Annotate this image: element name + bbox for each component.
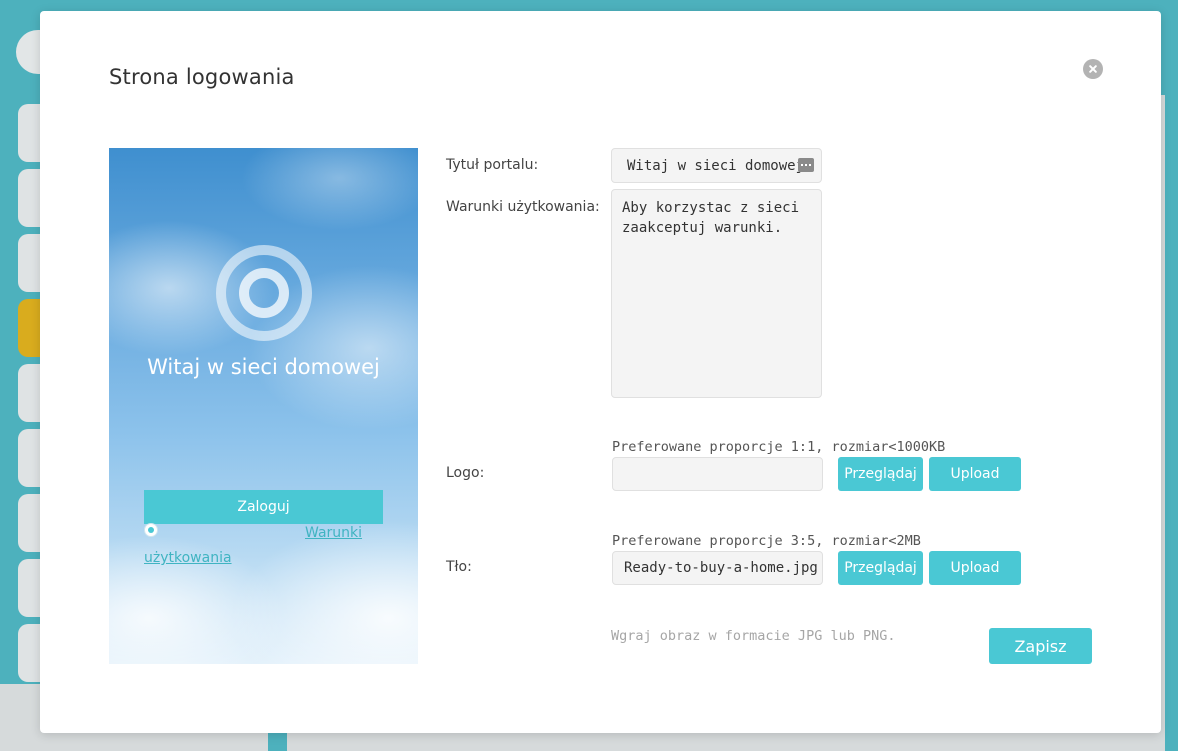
preview-terms-link: Warunki bbox=[305, 525, 363, 541]
save-button[interactable]: Zapisz bbox=[989, 628, 1092, 664]
login-page-dialog: Strona logowania Witaj w sieci domowej Z… bbox=[40, 11, 1161, 733]
background-browse-button[interactable]: Przeglądaj bbox=[838, 551, 923, 585]
preview-terms-link: użytkowania bbox=[144, 550, 232, 566]
background-label: Tło: bbox=[446, 559, 472, 575]
portal-title-label: Tytuł portalu: bbox=[446, 157, 539, 173]
logo-upload-button[interactable]: Upload bbox=[929, 457, 1021, 491]
background-upload-button[interactable]: Upload bbox=[929, 551, 1021, 585]
background-file-input[interactable]: Ready-to-buy-a-home.jpg bbox=[612, 551, 823, 585]
preview-portal-title: Witaj w sieci domowej bbox=[147, 355, 380, 379]
preview-terms-radio bbox=[144, 523, 158, 537]
background-hint: Preferowane proporcje 3:5, rozmiar<2MB bbox=[612, 533, 921, 549]
portal-preview: Witaj w sieci domowej Zaloguj Warunki uż… bbox=[109, 148, 418, 664]
text-options-icon[interactable] bbox=[798, 158, 814, 172]
portal-title-value: Witaj w sieci domowej bbox=[627, 157, 805, 174]
preview-login-button: Zaloguj bbox=[144, 490, 383, 524]
logo-hint: Preferowane proporcje 1:1, rozmiar<1000K… bbox=[612, 439, 946, 455]
terms-label: Warunki użytkowania: bbox=[446, 199, 600, 215]
logo-file-input[interactable] bbox=[612, 457, 823, 491]
terms-textarea[interactable]: Aby korzystac z sieci zaakceptuj warunki… bbox=[611, 189, 822, 398]
logo-label: Logo: bbox=[446, 465, 485, 481]
format-note: Wgraj obraz w formacie JPG lub PNG. bbox=[611, 628, 896, 644]
portal-logo-icon bbox=[216, 245, 312, 341]
portal-title-input[interactable]: Witaj w sieci domowej bbox=[611, 148, 822, 183]
logo-browse-button[interactable]: Przeglądaj bbox=[838, 457, 923, 491]
dialog-title: Strona logowania bbox=[109, 65, 295, 89]
close-icon[interactable] bbox=[1083, 59, 1103, 79]
